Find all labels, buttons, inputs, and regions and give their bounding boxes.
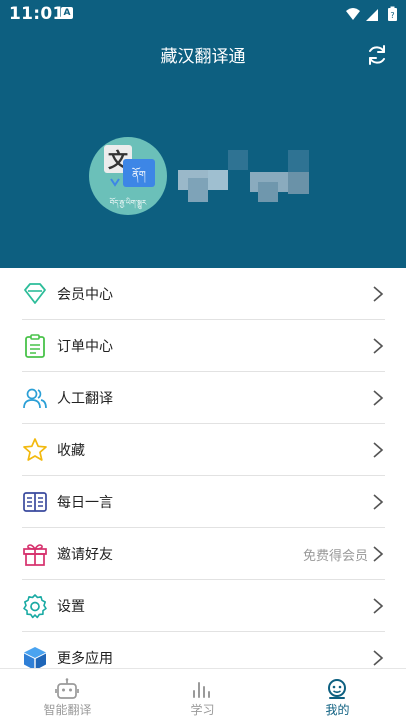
menu-item-label: 邀请好友 bbox=[57, 547, 113, 563]
bottom-tab-bar: 智能翻译 学习 我的 bbox=[0, 668, 406, 723]
logo-caption: བོད་རྒྱ་ཡིག་སྒྱུར bbox=[110, 197, 147, 210]
status-time: 11:01 bbox=[9, 4, 65, 24]
chevron-right-icon bbox=[373, 390, 384, 406]
app-title: 藏汉翻译通 bbox=[160, 47, 246, 67]
battery-icon: ? bbox=[388, 6, 397, 21]
avatar[interactable]: 文 ནོག བོད་རྒྱ་ཡིག་སྒྱུར bbox=[89, 137, 167, 215]
wifi-icon bbox=[346, 8, 360, 20]
notification-icon: A bbox=[61, 7, 73, 19]
menu-item-favorites[interactable]: 收藏 bbox=[0, 424, 406, 476]
tab-label: 我的 bbox=[325, 703, 350, 717]
system-status-icons: ? bbox=[346, 6, 397, 21]
tab-label: 智能翻译 bbox=[43, 703, 92, 717]
chevron-right-icon bbox=[373, 546, 384, 562]
tab-label: 学习 bbox=[190, 703, 215, 717]
chevron-right-icon bbox=[373, 494, 384, 510]
refresh-icon[interactable] bbox=[365, 43, 389, 67]
menu-item-daily-quote[interactable]: 每日一言 bbox=[0, 476, 406, 528]
diamond-icon bbox=[24, 283, 46, 304]
clipboard-icon bbox=[25, 334, 45, 358]
menu-item-label: 会员中心 bbox=[57, 287, 113, 303]
app-logo-icon: 文 ནོག བོད་རྒྱ་ཡིག་སྒྱུར bbox=[104, 145, 155, 210]
menu-item-label: 人工翻译 bbox=[57, 391, 113, 407]
profile-icon bbox=[328, 679, 346, 699]
username-pixelated bbox=[178, 150, 309, 202]
robot-icon bbox=[55, 678, 79, 699]
chevron-right-icon bbox=[373, 338, 384, 354]
menu-item-orders[interactable]: 订单中心 bbox=[0, 320, 406, 372]
menu-item-settings[interactable]: 设置 bbox=[0, 580, 406, 632]
chevron-right-icon bbox=[373, 442, 384, 458]
bar-chart-icon bbox=[193, 682, 210, 698]
gear-icon bbox=[23, 594, 47, 619]
tab-smart-translate[interactable]: 智能翻译 bbox=[0, 669, 135, 723]
people-icon bbox=[23, 388, 47, 409]
chevron-right-icon bbox=[373, 286, 384, 302]
menu-item-invite-friends[interactable]: 邀请好友 免费得会员 bbox=[0, 528, 406, 580]
menu-item-vip[interactable]: 会员中心 bbox=[0, 268, 406, 320]
menu-item-label: 收藏 bbox=[57, 443, 85, 459]
menu-item-human-translation[interactable]: 人工翻译 bbox=[0, 372, 406, 424]
star-icon bbox=[23, 438, 47, 461]
menu-item-label: 订单中心 bbox=[57, 339, 113, 355]
chevron-right-icon bbox=[373, 598, 384, 614]
book-icon bbox=[23, 492, 47, 512]
tab-mine[interactable]: 我的 bbox=[270, 669, 405, 723]
invite-promo-text: 免费得会员 bbox=[302, 549, 368, 564]
svg-text:?: ? bbox=[390, 11, 394, 20]
chevron-right-icon bbox=[373, 650, 384, 666]
menu-item-label: 设置 bbox=[57, 599, 85, 615]
profile-header: 11:01 A ? 藏汉翻译通 文 ནོག བོད་རྒྱ་ཡིག་སྒྱུར bbox=[0, 0, 406, 268]
menu-item-label: 更多应用 bbox=[57, 651, 113, 667]
tab-learn[interactable]: 学习 bbox=[135, 669, 270, 723]
menu-item-label: 每日一言 bbox=[57, 495, 113, 511]
logo-glyph-bo: ནོག bbox=[132, 167, 146, 183]
signal-icon bbox=[366, 9, 378, 21]
gift-icon bbox=[23, 544, 47, 566]
status-bar: 11:01 A ? bbox=[0, 0, 406, 28]
